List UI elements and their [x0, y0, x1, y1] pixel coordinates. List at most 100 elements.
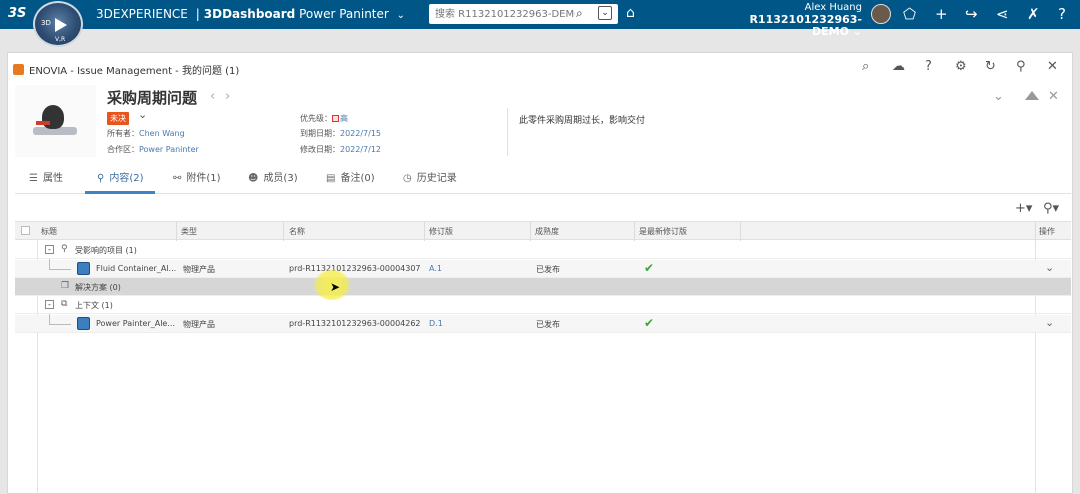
check-icon: ✔ — [644, 261, 655, 275]
tab-members[interactable]: ☻ 成员(3) — [248, 169, 298, 184]
network-icon[interactable]: ⋖ — [996, 5, 1009, 23]
tab-notes[interactable]: ▤ 备注(0) — [326, 169, 375, 184]
due-label: 到期日期： — [300, 129, 340, 138]
add-content-button[interactable]: +▾ — [1015, 201, 1032, 216]
due-field: 到期日期：2022/7/15 — [300, 128, 381, 139]
priority-label: 优先级： — [300, 114, 332, 123]
table-row[interactable]: Power Painter_Ale... 物理产品 prd-R113210123… — [15, 314, 1071, 333]
priority-value: 高 — [340, 114, 348, 123]
brand-separator: | — [195, 7, 200, 21]
panel-title: ENOVIA - Issue Management - 我的问题 (1) — [13, 62, 239, 77]
column-divider[interactable] — [1035, 222, 1036, 241]
gear-icon[interactable]: ⚙ — [955, 59, 967, 74]
group-row-solutions[interactable]: ❐ 解决方案 (0) — [15, 278, 1071, 296]
tag-share-icon[interactable]: ⬠ — [903, 5, 916, 23]
tree-connector — [49, 269, 71, 270]
column-divider[interactable] — [530, 222, 531, 241]
add-icon[interactable]: + — [935, 5, 948, 23]
column-header-revision[interactable]: 修订版 — [429, 226, 453, 237]
cell-title[interactable]: Fluid Container_Al... — [96, 264, 176, 273]
cell-title[interactable]: Power Painter_Ale... — [96, 319, 175, 328]
table-row[interactable]: Fluid Container_Al... 物理产品 prd-R11321012… — [15, 259, 1071, 278]
help-icon[interactable]: ? — [925, 59, 932, 74]
issue-description: 此零件采购周期过长，影响交付 — [519, 116, 646, 126]
column-header-name[interactable]: 名称 — [289, 226, 305, 237]
active-tab-indicator — [85, 191, 155, 194]
compass-vr-label: V,R — [55, 36, 66, 43]
chevron-left-icon[interactable]: ‹ — [210, 89, 215, 104]
collapse-icon[interactable] — [1025, 91, 1039, 100]
pin-icon[interactable]: ⚲ — [1016, 59, 1026, 74]
collab-label: 合作区： — [107, 145, 139, 154]
brand-prefix: 3DEXPERIENCE — [96, 7, 188, 21]
cell-revision[interactable]: D.1 — [429, 319, 443, 328]
close-icon[interactable]: ✕ — [1047, 59, 1058, 74]
user-menu[interactable]: Alex Huang R1132101232963-DEMO ⌄ — [714, 2, 862, 38]
modified-label: 修改日期： — [300, 145, 340, 154]
dashboard-title[interactable]: 3DEXPERIENCE | 3DDashboard Power Paninter… — [96, 7, 405, 21]
chevron-down-icon[interactable]: ⌄ — [138, 108, 147, 121]
search-input[interactable] — [435, 6, 575, 22]
search-icon[interactable]: ⌕ — [862, 59, 869, 74]
chevron-right-icon[interactable]: › — [225, 89, 230, 104]
tab-label: 属性 — [42, 173, 63, 184]
ds-logo: 3S — [8, 6, 27, 21]
column-header-latest[interactable]: 是最新修订版 — [639, 226, 687, 237]
chevron-down-icon[interactable]: ⌄ — [993, 89, 1004, 104]
group-label: 解决方案 (0) — [75, 283, 121, 292]
tenant-name: R1132101232963-DEMO ⌄ — [749, 13, 862, 38]
chevron-down-icon[interactable]: ⌄ — [1045, 316, 1054, 329]
cloud-icon[interactable]: ☁ — [892, 59, 905, 74]
avatar[interactable] — [871, 4, 891, 24]
tab-content[interactable]: ⚲ 内容(2) — [97, 169, 144, 184]
chevron-down-icon[interactable]: ⌄ — [397, 10, 405, 21]
top-bar: 3S 3DEXPERIENCE | 3DDashboard Power Panin… — [0, 0, 1080, 38]
pin-menu-button[interactable]: ⚲▾ — [1043, 201, 1059, 216]
collapse-toggle[interactable]: - — [45, 300, 54, 309]
column-divider[interactable] — [740, 222, 741, 241]
column-divider[interactable] — [283, 222, 284, 241]
column-header-title[interactable]: 标题 — [41, 226, 57, 237]
cell-maturity: 已发布 — [536, 265, 560, 274]
collapse-toggle[interactable]: - — [45, 245, 54, 254]
close-icon[interactable]: ✕ — [1048, 89, 1059, 104]
issue-thumbnail — [15, 85, 96, 157]
dashboard-name: Power Paninter — [299, 7, 389, 21]
tab-label: 成员(3) — [263, 173, 298, 184]
cell-revision[interactable]: A.1 — [429, 264, 442, 273]
compass[interactable]: 3D V,R — [33, 1, 83, 47]
tag-icon[interactable]: ⌂ — [626, 5, 635, 21]
tree-connector — [49, 324, 71, 325]
select-all-checkbox[interactable] — [21, 226, 30, 235]
column-header-type[interactable]: 类型 — [181, 226, 197, 237]
column-header-maturity[interactable]: 成熟度 — [535, 226, 559, 237]
chevron-down-icon[interactable]: ⌄ — [1045, 261, 1054, 274]
history-icon: ◷ — [403, 173, 412, 184]
tab-label: 内容(2) — [109, 173, 144, 184]
tab-history[interactable]: ◷ 历史记录 — [403, 169, 457, 184]
search-box[interactable]: ⌕ ⌄ — [429, 4, 618, 24]
owner-value[interactable]: Chen Wang — [139, 129, 185, 138]
tab-properties[interactable]: ☰ 属性 — [29, 169, 63, 184]
paperclip-icon: ⚯ — [173, 173, 182, 184]
members-icon: ☻ — [248, 173, 259, 184]
refresh-icon[interactable]: ↻ — [985, 59, 996, 74]
panel-title-text: ENOVIA - Issue Management - 我的问题 (1) — [29, 66, 240, 77]
pin-icon: ⚲ — [61, 244, 68, 254]
column-divider[interactable] — [424, 222, 425, 241]
apps-icon[interactable]: ✗ — [1027, 5, 1040, 23]
thumbnail-body — [42, 105, 64, 129]
status-badge[interactable]: 未决 — [107, 112, 129, 125]
share-icon[interactable]: ↪ — [965, 5, 978, 23]
column-divider[interactable] — [634, 222, 635, 241]
search-scope-dropdown[interactable]: ⌄ — [598, 6, 612, 20]
enovia-icon — [13, 64, 24, 75]
group-row-context[interactable]: - ⧉ 上下文 (1) — [15, 296, 1071, 314]
search-icon[interactable]: ⌕ — [576, 6, 583, 21]
group-row-affected[interactable]: - ⚲ 受影响的项目 (1) — [15, 241, 1071, 259]
tab-attachments[interactable]: ⚯ 附件(1) — [173, 169, 221, 184]
column-divider[interactable] — [176, 222, 177, 241]
help-icon[interactable]: ? — [1058, 5, 1066, 23]
cell-type: 物理产品 — [183, 320, 215, 329]
collab-value[interactable]: Power Paninter — [139, 145, 199, 154]
